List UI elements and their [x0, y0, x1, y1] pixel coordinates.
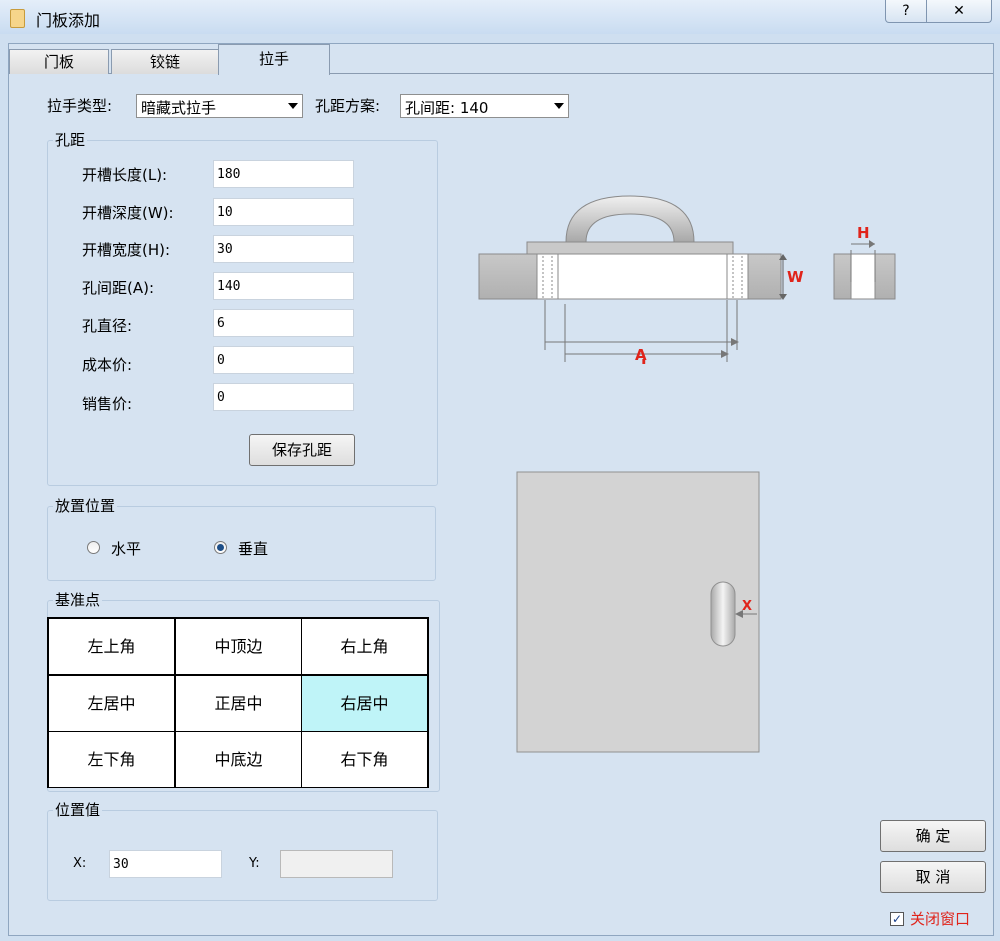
left-hole: [536, 253, 559, 300]
handle-arch-shape: [565, 195, 695, 243]
ref-middle-left[interactable]: 左居中: [49, 676, 174, 731]
hole-diameter-input[interactable]: [213, 309, 354, 337]
dim-a-label: A: [635, 346, 647, 362]
door-preview: X: [516, 471, 760, 753]
ok-button[interactable]: 确 定: [880, 820, 986, 852]
x-input[interactable]: [109, 850, 222, 878]
radio-vertical-label: 垂直: [238, 540, 269, 558]
window-title: 门板添加: [36, 11, 101, 30]
dim-x-label: X: [742, 599, 752, 614]
close-window-label: 关闭窗口: [910, 910, 971, 928]
ref-bottom-center[interactable]: 中底边: [176, 732, 301, 787]
hole-group-title: 孔距: [53, 129, 88, 150]
hole-spacing-input[interactable]: [213, 272, 354, 300]
y-input: [280, 850, 393, 878]
sale-price-input[interactable]: [213, 383, 354, 411]
hole-scheme-select[interactable]: 孔间距: 140: [400, 94, 569, 118]
close-button[interactable]: ✕: [926, 0, 992, 23]
hole-spacing-label: 孔间距(A):: [82, 279, 155, 297]
chevron-down-icon: [288, 103, 298, 109]
y-label: Y:: [249, 856, 260, 871]
chevron-down-icon: [554, 103, 564, 109]
ref-top-right[interactable]: 右上角: [302, 619, 427, 674]
sale-price-label: 销售价:: [82, 395, 133, 413]
tab-door-panel[interactable]: 门板: [9, 49, 109, 74]
radio-horizontal[interactable]: [87, 541, 100, 554]
dialog-client: 门板 铰链 拉手 拉手类型: 暗藏式拉手 孔距方案: 孔间距: 140 孔距 开…: [8, 43, 994, 936]
slot-length-label: 开槽长度(L):: [82, 166, 168, 184]
tab-strip: 门板 铰链 拉手: [9, 44, 993, 75]
hole-scheme-value: 孔间距: 140: [405, 99, 489, 117]
slot-cavity: [557, 253, 728, 300]
dim-a-diagram: A: [544, 300, 739, 362]
save-hole-button[interactable]: 保存孔距: [249, 434, 355, 466]
ref-bottom-right[interactable]: 右下角: [302, 732, 427, 787]
slot-depth-input[interactable]: [213, 198, 354, 226]
ref-bottom-left[interactable]: 左下角: [49, 732, 174, 787]
slot-depth-label: 开槽深度(W):: [82, 204, 174, 222]
ref-top-center[interactable]: 中顶边: [176, 619, 301, 674]
ref-center[interactable]: 正居中: [176, 676, 301, 731]
dialog-window: 门板添加 ? ✕ 门板 铰链 拉手 拉手类型: 暗藏式拉手 孔距方案: 孔间距:…: [0, 0, 1000, 941]
dim-h-label: H: [857, 224, 870, 242]
close-window-checkbox[interactable]: ✓: [890, 912, 904, 926]
door-handle-shape: [710, 581, 736, 647]
slot-length-input[interactable]: [213, 160, 354, 188]
ref-top-left[interactable]: 左上角: [49, 619, 174, 674]
hole-scheme-label: 孔距方案:: [315, 97, 381, 115]
slot-width-label: 开槽宽度(H):: [82, 241, 171, 259]
radio-horizontal-label: 水平: [111, 540, 142, 558]
handle-base-plate: [526, 241, 734, 255]
handle-type-value: 暗藏式拉手: [141, 99, 217, 117]
slot-width-input[interactable]: [213, 235, 354, 263]
reference-grid: 左上角 中顶边 右上角 左居中 正居中 右居中 左下角 中底边 右下角: [47, 617, 429, 788]
right-hole: [726, 253, 749, 300]
ref-middle-right[interactable]: 右居中: [302, 676, 427, 731]
tab-handle[interactable]: 拉手: [218, 44, 330, 75]
side-slot: [850, 253, 876, 300]
handle-type-label: 拉手类型:: [47, 97, 113, 115]
dim-w-label: W: [787, 268, 804, 286]
app-icon: [10, 9, 25, 28]
x-label: X:: [73, 856, 87, 871]
cost-price-input[interactable]: [213, 346, 354, 374]
cancel-button[interactable]: 取 消: [880, 861, 986, 893]
cost-price-label: 成本价:: [82, 356, 133, 374]
help-button[interactable]: ?: [885, 0, 927, 23]
tab-hinge[interactable]: 铰链: [111, 49, 219, 74]
title-bar: 门板添加 ? ✕: [0, 0, 1000, 34]
reference-group-title: 基准点: [53, 589, 103, 610]
radio-vertical[interactable]: [214, 541, 227, 554]
position-group-title: 位置值: [53, 799, 103, 820]
handle-type-select[interactable]: 暗藏式拉手: [136, 94, 303, 118]
placement-group-title: 放置位置: [53, 495, 118, 516]
hole-diameter-label: 孔直径:: [82, 317, 133, 335]
